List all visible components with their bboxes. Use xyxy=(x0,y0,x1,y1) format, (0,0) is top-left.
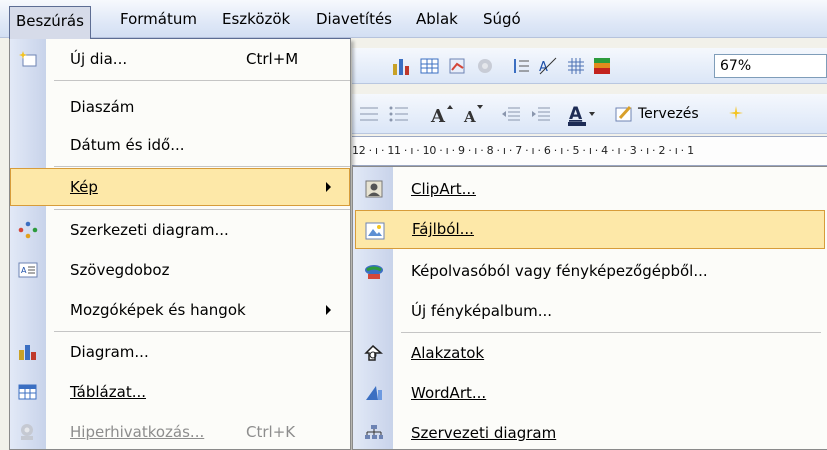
menu-eszkozok[interactable]: Eszközök xyxy=(216,4,296,34)
grid-icon[interactable] xyxy=(566,56,586,76)
menu-item-date-time[interactable]: Dátum és idő... xyxy=(10,125,350,165)
submenu-item-label: ClipArt... xyxy=(411,180,476,198)
menu-item-label: Hiperhivatkozás... xyxy=(70,423,205,441)
submenu-item-new-photo-album[interactable]: Új fényképalbum... xyxy=(353,291,827,331)
submenu-item-label: Képolvasóból vagy fényképezőgépből... xyxy=(411,262,708,280)
submenu-arrow-icon xyxy=(326,182,331,192)
submenu-item-wordart[interactable]: WordArt... xyxy=(353,373,827,413)
formatting-toolbar: A A A Tervezés xyxy=(352,94,827,134)
menu-item-table[interactable]: Táblázat... xyxy=(10,372,350,412)
menu-item-label: Új dia... xyxy=(70,50,128,68)
design-button[interactable]: Tervezés xyxy=(638,106,699,122)
new-slide-icon xyxy=(19,51,37,67)
submenu-item-scanner-camera[interactable]: Képolvasóból vagy fényképezőgépből... xyxy=(353,251,827,291)
submenu-item-label: Szervezeti diagram xyxy=(411,424,557,442)
autoshapes-icon xyxy=(364,344,383,361)
numbering-icon[interactable] xyxy=(358,104,380,124)
font-color-icon[interactable]: A xyxy=(566,100,596,128)
menu-item-movies-sounds[interactable]: Mozgóképek és hangok xyxy=(10,290,350,330)
menu-beszuras[interactable]: Beszúrás xyxy=(9,6,91,39)
insert-menu: Új dia... Ctrl+M Diaszám Dátum és idő...… xyxy=(9,38,351,450)
menu-item-label: Szövegdoboz xyxy=(70,261,170,279)
menu-item-label: Diaszám xyxy=(70,98,135,116)
design-icon[interactable] xyxy=(614,104,634,124)
submenu-item-label: Fájlból... xyxy=(412,220,474,238)
decrease-font-icon[interactable]: A xyxy=(462,102,486,126)
menu-item-shortcut: Ctrl+M xyxy=(246,50,299,68)
horizontal-ruler: 12 · ı · 11 · ı · 10 · ı · 9 · ı · 8 · ı… xyxy=(352,136,827,166)
insert-chart-icon[interactable] xyxy=(448,56,468,76)
svg-text:A: A xyxy=(21,266,27,275)
decrease-indent-icon[interactable] xyxy=(500,104,522,124)
menu-item-hyperlink: Hiperhivatkozás... Ctrl+K xyxy=(10,412,350,450)
clipart-icon xyxy=(365,180,383,198)
wordart-icon xyxy=(366,386,382,400)
bullets-icon[interactable] xyxy=(388,104,410,124)
submenu-arrow-icon xyxy=(326,305,331,315)
formatting-icon[interactable]: A xyxy=(538,56,558,76)
submenu-item-from-file[interactable]: Fájlból... xyxy=(355,210,825,249)
hyperlink-icon xyxy=(478,59,492,73)
org-chart-icon xyxy=(365,425,383,439)
menu-ablak[interactable]: Ablak xyxy=(410,4,464,34)
menu-item-label: Táblázat... xyxy=(70,383,147,401)
zoom-select[interactable]: 67% xyxy=(714,54,827,78)
menu-item-slide-number[interactable]: Diaszám xyxy=(10,87,350,127)
menu-item-shortcut: Ctrl+K xyxy=(246,423,296,441)
menu-item-label: Dátum és idő... xyxy=(70,136,185,154)
chart-icon[interactable] xyxy=(392,56,412,76)
expand-icon[interactable] xyxy=(512,56,532,76)
increase-font-icon[interactable]: A xyxy=(430,102,454,126)
svg-text:A: A xyxy=(569,104,583,124)
menu-item-label: Mozgóképek és hangok xyxy=(70,301,246,319)
scanner-camera-icon xyxy=(365,265,383,279)
table-icon[interactable] xyxy=(420,56,440,76)
menu-sugo[interactable]: Súgó xyxy=(477,4,527,34)
svg-text:A: A xyxy=(463,108,476,126)
color-grayscale-icon[interactable] xyxy=(592,56,612,76)
new-slide-icon[interactable] xyxy=(726,104,746,124)
submenu-item-label: WordArt... xyxy=(411,384,487,402)
menu-bar: Beszúrás Formátum Eszközök Diavetítés Ab… xyxy=(0,0,827,39)
menu-diavetites[interactable]: Diavetítés xyxy=(310,4,398,34)
menu-item-new-slide[interactable]: Új dia... Ctrl+M xyxy=(10,39,350,79)
menu-item-picture[interactable]: Kép xyxy=(10,168,350,206)
increase-indent-icon[interactable] xyxy=(530,104,552,124)
diagram-icon xyxy=(18,221,38,239)
table-icon xyxy=(18,384,37,400)
submenu-item-clipart[interactable]: ClipArt... xyxy=(353,169,827,209)
menu-formatum[interactable]: Formátum xyxy=(114,4,203,34)
menu-item-textbox[interactable]: A Szövegdoboz xyxy=(10,250,350,290)
menu-item-label: Kép xyxy=(70,178,98,196)
submenu-item-org-chart[interactable]: Szervezeti diagram xyxy=(353,413,827,450)
menu-item-label: Diagram... xyxy=(70,343,149,361)
textbox-icon: A xyxy=(18,262,38,278)
menu-item-diagram[interactable]: Szerkezeti diagram... xyxy=(10,210,350,250)
picture-submenu: ClipArt... Fájlból... Képolvasóból vagy … xyxy=(352,166,827,450)
menu-item-chart[interactable]: Diagram... xyxy=(10,332,350,372)
submenu-item-label: Alakzatok xyxy=(411,344,485,362)
chart-icon xyxy=(19,345,36,360)
hyperlink-icon xyxy=(21,424,33,440)
from-file-icon xyxy=(365,222,385,240)
submenu-item-label: Új fényképalbum... xyxy=(411,302,553,320)
standard-toolbar: A 67% xyxy=(352,48,827,84)
svg-text:A: A xyxy=(430,106,446,126)
menu-item-label: Szerkezeti diagram... xyxy=(70,221,229,239)
submenu-item-autoshapes[interactable]: Alakzatok xyxy=(353,333,827,373)
